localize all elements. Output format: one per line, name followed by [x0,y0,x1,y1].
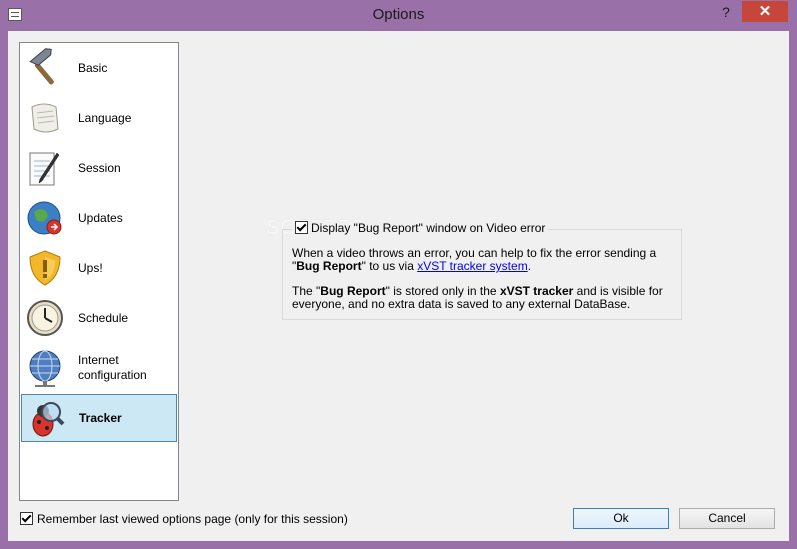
title-bar[interactable]: Options ? ✕ [0,0,797,31]
cancel-button[interactable]: Cancel [679,508,775,529]
bold-term: Bug Report [296,259,362,273]
remember-page-label[interactable]: Remember last viewed options page (only … [37,512,348,526]
description-text: " to us via [361,259,418,273]
sidebar-item-label: Updates [78,210,123,225]
clock-icon [27,300,63,336]
help-button[interactable]: ? [713,3,739,23]
bug-report-checkbox-label[interactable]: Display "Bug Report" window on Video err… [311,221,545,235]
description-text: " is stored only in the [385,284,500,298]
sidebar-item-schedule[interactable]: Schedule [21,294,177,342]
options-window: Options ? ✕ Basic Language Session Updat… [0,0,797,549]
bold-term: xVST tracker [499,284,574,298]
warning-shield-icon [29,250,61,286]
sidebar-item-label: Language [78,110,132,125]
bug-report-checkbox[interactable] [295,221,308,234]
sidebar-item-label: Basic [78,60,108,75]
bug-report-description: When a video throws an error, you can he… [292,247,672,323]
options-sidebar: Basic Language Session Updates Ups! Sche… [19,42,179,501]
dialog-body: Basic Language Session Updates Ups! Sche… [8,31,789,541]
remember-page-row[interactable]: Remember last viewed options page (only … [20,512,348,526]
bug-magnifier-icon [32,402,65,437]
remember-page-checkbox[interactable] [20,512,33,525]
description-text: . [527,259,532,273]
notepad-pen-icon [29,152,60,186]
sidebar-item-label: Schedule [78,310,129,325]
sidebar-item-basic[interactable]: Basic [21,44,177,92]
bold-term: Bug Report [320,284,386,298]
sidebar-item-label: Tracker [79,410,122,425]
globe-update-icon [27,201,62,235]
window-title: Options [372,6,425,23]
hammer-icon [29,48,54,85]
sidebar-item-language[interactable]: Language [21,94,177,142]
bug-report-checkbox-row[interactable]: Display "Bug Report" window on Video err… [292,221,549,235]
sidebar-item-updates[interactable]: Updates [21,194,177,242]
close-button[interactable]: ✕ [742,1,788,22]
sidebar-item-ups[interactable]: Ups! [21,244,177,292]
sidebar-item-label: Session [78,160,121,175]
sidebar-item-label: Ups! [78,260,103,275]
scroll-icon [31,103,59,133]
description-text: The " [292,284,321,298]
sidebar-item-internet-configuration[interactable]: Internet configuration [21,344,177,392]
ok-button[interactable]: Ok [573,508,669,529]
tracker-system-link[interactable]: xVST tracker system [417,259,527,273]
description-paragraph-1: When a video throws an error, you can he… [292,247,672,273]
sidebar-item-tracker[interactable]: Tracker [21,394,177,442]
sidebar-item-label: Internet configuration [78,353,147,382]
description-paragraph-2: The "Bug Report" is stored only in the x… [292,285,672,311]
sidebar-item-session[interactable]: Session [21,144,177,192]
bug-report-group: Display "Bug Report" window on Video err… [282,221,682,323]
network-globe-icon [29,350,61,387]
